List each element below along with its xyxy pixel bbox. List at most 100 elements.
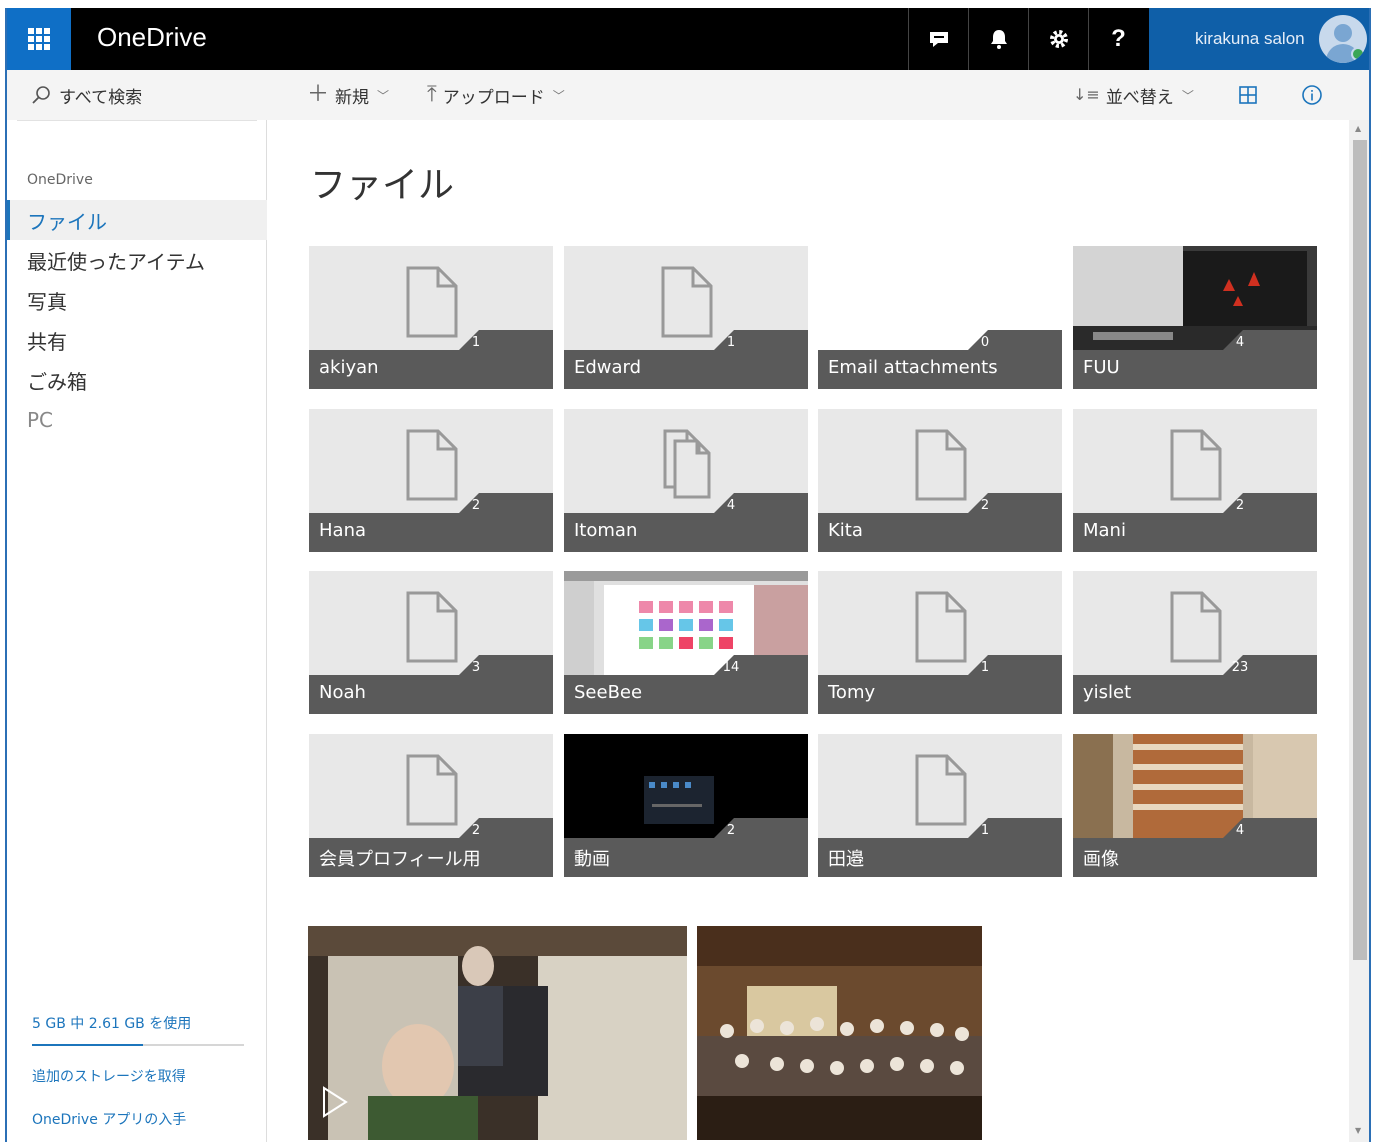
photo-tile-video[interactable] xyxy=(308,926,687,1140)
folder-tile[interactable]: 2 動画 xyxy=(564,734,808,877)
page-title: ファイル xyxy=(310,165,455,206)
folder-tile[interactable]: 4 FUU xyxy=(1073,246,1317,389)
folder-tile[interactable]: 2 Kita xyxy=(818,409,1062,552)
main-content: ファイル 1 akiyan 1 Edward 0 Email attachments 4 FU… xyxy=(267,120,1349,1142)
get-more-storage-link[interactable]: 追加のストレージを取得 xyxy=(32,1066,186,1086)
nav-item-shared[interactable]: 共有 xyxy=(7,320,267,360)
folder-tile[interactable]: 23 yislet xyxy=(1073,571,1317,714)
folder-name: Tomy xyxy=(828,682,876,703)
document-icon xyxy=(406,429,458,501)
folder-name: Mani xyxy=(1083,520,1126,541)
item-count: 23 xyxy=(1231,660,1249,675)
nav-item-photos[interactable]: 写真 xyxy=(7,280,267,320)
document-icon xyxy=(663,429,711,499)
item-count: 1 xyxy=(726,335,736,350)
item-count: 1 xyxy=(980,660,990,675)
item-count: 2 xyxy=(1235,498,1245,513)
account-name: kirakuna salon xyxy=(1195,29,1305,48)
video-thumbnail xyxy=(308,926,687,1140)
top-icon-group: ? xyxy=(908,8,1148,70)
folder-name: 画像 xyxy=(1083,849,1119,870)
new-label: 新規 xyxy=(335,87,370,108)
help-icon: ? xyxy=(1111,25,1126,52)
folder-tile[interactable]: 4 Itoman xyxy=(564,409,808,552)
scroll-thumb[interactable] xyxy=(1353,140,1367,960)
item-count: 2 xyxy=(471,498,481,513)
folder-tile[interactable]: 1 akiyan xyxy=(309,246,553,389)
vertical-scrollbar[interactable]: ▲ ▼ xyxy=(1349,120,1369,1142)
document-icon xyxy=(1170,591,1222,663)
folder-tile[interactable]: 2 Hana xyxy=(309,409,553,552)
group-photo-thumbnail xyxy=(697,926,982,1140)
scroll-down-icon[interactable]: ▼ xyxy=(1355,1126,1361,1135)
avatar xyxy=(1319,15,1367,63)
upload-icon: ⤒ xyxy=(427,82,437,107)
upload-label: アップロード xyxy=(442,87,545,108)
folder-tile[interactable]: 3 Noah xyxy=(309,571,553,714)
search-placeholder: すべて検索 xyxy=(59,87,143,108)
folder-tile[interactable]: 2 会員プロフィール用 xyxy=(309,734,553,877)
notifications-button[interactable] xyxy=(968,8,1028,70)
folder-name: yislet xyxy=(1083,682,1132,703)
item-count: 4 xyxy=(726,498,736,513)
folder-name: Hana xyxy=(319,520,367,541)
item-count: 2 xyxy=(471,823,481,838)
folder-tile[interactable]: 4 画像 xyxy=(1073,734,1317,877)
folder-name: akiyan xyxy=(319,357,379,378)
chevron-down-icon: ﹀ xyxy=(552,88,565,103)
info-icon[interactable] xyxy=(1300,83,1324,107)
folder-name: 会員プロフィール用 xyxy=(319,849,481,870)
document-icon xyxy=(406,591,458,663)
app-launcher-button[interactable] xyxy=(7,8,71,70)
online-status-icon xyxy=(1351,47,1365,61)
waffle-icon xyxy=(28,28,50,50)
document-icon xyxy=(915,591,967,663)
folder-tile[interactable]: 1 田邉 xyxy=(818,734,1062,877)
folder-tile[interactable]: 1 Tomy xyxy=(818,571,1062,714)
sort-icon: ↓≡ xyxy=(1073,85,1100,104)
onedrive-window: OneDrive ? kirakuna salon すべて検索 ＋ 新規 ﹀ ⤒… xyxy=(5,8,1371,1142)
folder-name: Kita xyxy=(828,520,863,541)
folder-tile[interactable]: 14 SeeBee xyxy=(564,571,808,714)
feedback-button[interactable] xyxy=(908,8,968,70)
scroll-up-icon[interactable]: ▲ xyxy=(1355,124,1361,133)
app-title[interactable]: OneDrive xyxy=(97,22,207,53)
sort-label: 並べ替え xyxy=(1105,87,1174,108)
nav-item-pc[interactable]: PC xyxy=(7,400,267,440)
storage-usage-bar xyxy=(32,1044,244,1046)
help-button[interactable]: ? xyxy=(1088,8,1148,70)
nav-item-files[interactable]: ファイル xyxy=(7,200,267,240)
folder-name: Edward xyxy=(574,357,642,378)
settings-button[interactable] xyxy=(1028,8,1088,70)
folder-name: Itoman xyxy=(574,520,638,541)
item-count: 14 xyxy=(722,660,740,675)
document-icon xyxy=(661,266,713,338)
folder-tile[interactable]: 0 Email attachments xyxy=(818,246,1062,389)
command-bar: すべて検索 ＋ 新規 ﹀ ⤒ アップロード ﹀ ↓≡ 並べ替え ﹀ xyxy=(7,70,1369,120)
document-icon xyxy=(915,754,967,826)
folder-tile[interactable]: 1 Edward xyxy=(564,246,808,389)
search-input[interactable]: すべて検索 xyxy=(7,70,267,120)
item-count: 2 xyxy=(726,823,736,838)
folder-name: 動画 xyxy=(574,849,610,870)
sort-button[interactable]: ↓≡ 並べ替え ﹀ xyxy=(1073,70,1194,120)
grid-view-icon[interactable] xyxy=(1236,83,1260,107)
folder-name: SeeBee xyxy=(574,682,643,703)
gear-icon xyxy=(1049,30,1068,48)
chevron-down-icon: ﹀ xyxy=(1181,88,1194,103)
folder-tile[interactable]: 2 Mani xyxy=(1073,409,1317,552)
upload-button[interactable]: ⤒ アップロード ﹀ xyxy=(427,70,565,120)
new-button[interactable]: ＋ 新規 ﹀ xyxy=(307,70,389,120)
nav-item-recent[interactable]: 最近使ったアイテム xyxy=(7,240,267,280)
photo-tile-group[interactable] xyxy=(697,926,982,1140)
feedback-icon xyxy=(929,32,948,47)
document-icon xyxy=(406,754,458,826)
item-count: 2 xyxy=(980,498,990,513)
account-button[interactable]: kirakuna salon xyxy=(1149,8,1369,70)
item-count: 0 xyxy=(980,335,990,350)
nav-header: OneDrive xyxy=(27,172,93,188)
top-bar: OneDrive ? kirakuna salon xyxy=(7,8,1369,70)
get-onedrive-app-link[interactable]: OneDrive アプリの入手 xyxy=(32,1109,186,1129)
storage-usage-text[interactable]: 5 GB 中 2.61 GB を使用 xyxy=(32,1013,191,1033)
nav-item-recycle-bin[interactable]: ごみ箱 xyxy=(7,360,267,400)
